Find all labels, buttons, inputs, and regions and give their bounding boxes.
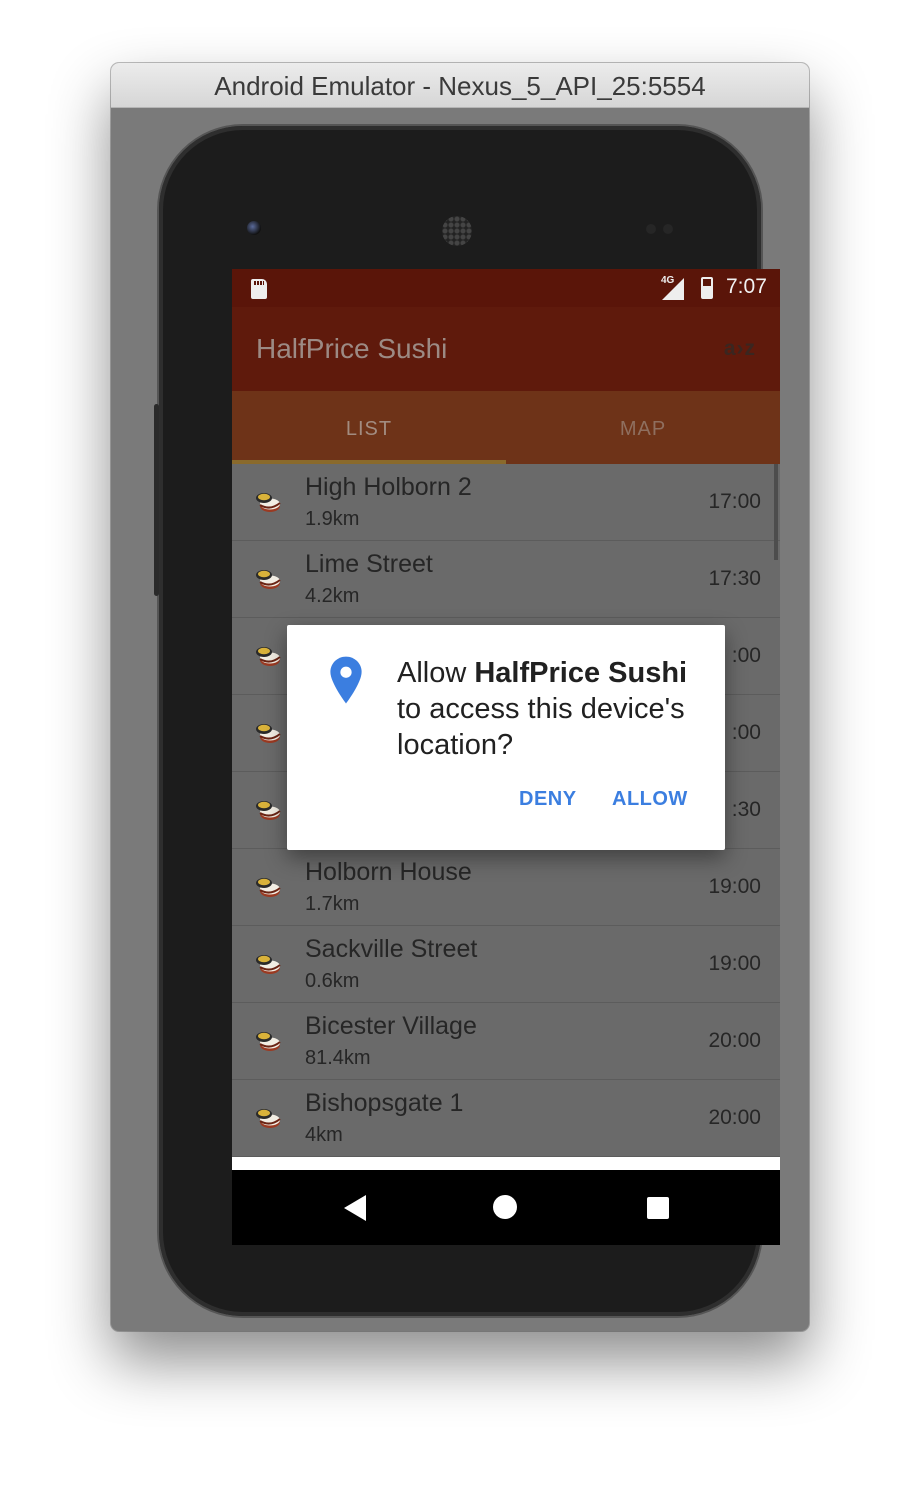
emulator-window: Android Emulator - Nexus_5_API_25:5554 4… (111, 63, 809, 1331)
app-bar: HalfPrice Sushi a›z (232, 307, 780, 391)
phone-screen: 4G 7:07 HalfPrice Sushi a›z LIST MAP Hig… (232, 269, 780, 1245)
dialog-app-name: HalfPrice Sushi (474, 657, 688, 689)
sushi-icon (254, 643, 282, 669)
list-item[interactable]: Sackville Street 0.6km 19:00 (232, 926, 780, 1003)
sort-az-icon[interactable]: a›z (724, 337, 756, 361)
restaurant-time: 19:00 (708, 875, 761, 898)
location-permission-dialog: Allow HalfPrice Sushi to access this dev… (287, 625, 725, 850)
window-title: Android Emulator - Nexus_5_API_25:5554 (111, 63, 809, 108)
restaurant-time: 17:30 (708, 567, 761, 590)
restaurant-distance: 4km (305, 1124, 343, 1146)
sd-card-icon (251, 279, 267, 299)
dialog-message: Allow HalfPrice Sushi to access this dev… (397, 657, 688, 761)
restaurant-distance: 4.2km (305, 585, 360, 607)
restaurant-name: Sackville Street (305, 935, 478, 963)
sushi-icon (254, 566, 282, 592)
sushi-icon (254, 797, 282, 823)
list-item[interactable]: Bishopsgate 1 4km 20:00 (232, 1080, 780, 1157)
allow-button[interactable]: ALLOW (612, 788, 688, 811)
sushi-icon (254, 720, 282, 746)
sensor-icon (646, 224, 656, 234)
list-item[interactable]: High Holborn 2 1.9km 17:00 (232, 464, 780, 541)
speaker-grille-icon (442, 216, 472, 246)
restaurant-time: 17:00 (708, 490, 761, 513)
list-item[interactable]: Bicester Village 81.4km 20:00 (232, 1003, 780, 1080)
front-camera-icon (247, 221, 261, 235)
navigation-bar (232, 1170, 780, 1245)
tab-list[interactable]: LIST (232, 391, 506, 464)
deny-button[interactable]: DENY (519, 788, 577, 811)
status-time: 7:07 (726, 275, 767, 298)
restaurant-time: 20:00 (708, 1106, 761, 1129)
restaurant-time: :00 (731, 721, 761, 744)
restaurant-distance: 1.9km (305, 508, 360, 530)
tab-map[interactable]: MAP (506, 391, 780, 464)
restaurant-time: 20:00 (708, 1029, 761, 1052)
status-bar: 4G 7:07 (232, 269, 780, 307)
restaurant-name: Bicester Village (305, 1012, 477, 1040)
restaurant-name: Bishopsgate 1 (305, 1089, 464, 1117)
sensor-icon (663, 224, 673, 234)
restaurant-name: High Holborn 2 (305, 473, 472, 501)
sushi-icon (254, 1028, 282, 1054)
list-item[interactable]: Lime Street 4.2km 17:30 (232, 541, 780, 618)
restaurant-time: 19:00 (708, 952, 761, 975)
app-title: HalfPrice Sushi (256, 333, 448, 364)
location-pin-icon (330, 656, 362, 704)
restaurant-time: :30 (731, 798, 761, 821)
restaurant-name: Lime Street (305, 550, 433, 578)
restaurant-distance: 81.4km (305, 1047, 371, 1069)
sushi-icon (254, 874, 282, 900)
recent-apps-icon[interactable] (647, 1197, 669, 1219)
battery-icon (701, 277, 713, 299)
phone-frame: 4G 7:07 HalfPrice Sushi a›z LIST MAP Hig… (154, 126, 780, 1316)
back-icon[interactable] (344, 1195, 366, 1221)
tab-bar: LIST MAP (232, 391, 780, 464)
restaurant-distance: 0.6km (305, 970, 360, 992)
restaurant-time: :00 (731, 644, 761, 667)
restaurant-name: Holborn House (305, 858, 472, 886)
sushi-icon (254, 951, 282, 977)
restaurant-distance: 1.7km (305, 893, 360, 915)
sushi-icon (254, 1105, 282, 1131)
list-item[interactable]: Holborn House 1.7km 19:00 (232, 849, 780, 926)
volume-button[interactable] (154, 404, 159, 596)
sushi-icon (254, 489, 282, 515)
scrollbar[interactable] (774, 464, 778, 560)
signal-icon (662, 278, 684, 300)
home-icon[interactable] (493, 1195, 517, 1219)
